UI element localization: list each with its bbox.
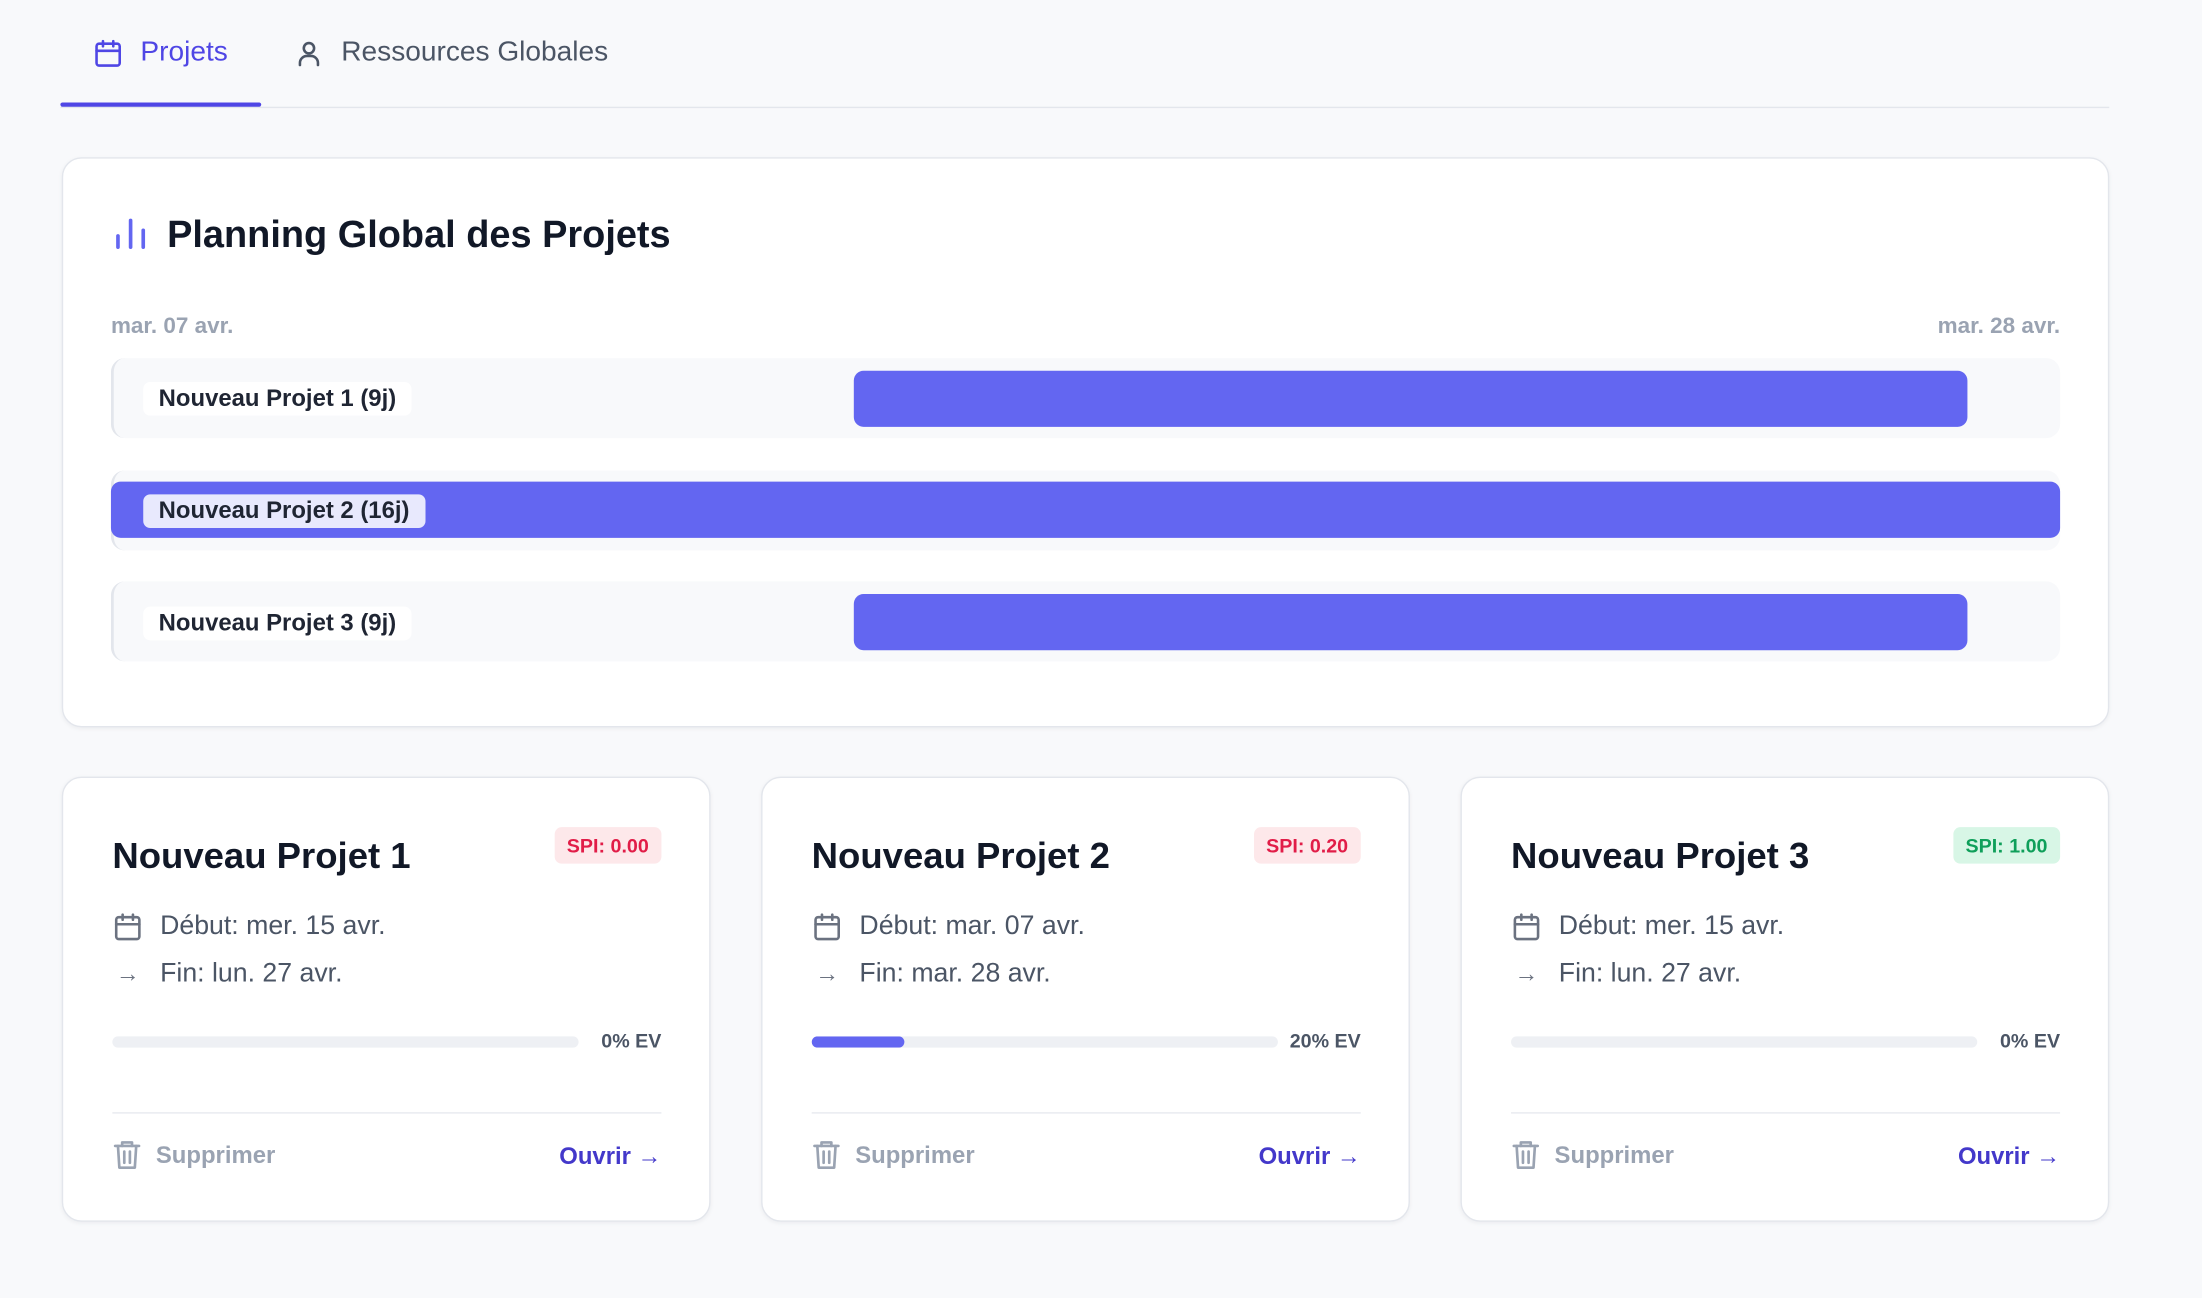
project-card-3: Nouveau Projet 3 SPI: 1.00 Début: mer. 1…: [1460, 776, 2110, 1222]
trash-icon: [813, 1141, 840, 1170]
open-button[interactable]: Ouvrir →: [1958, 1143, 2060, 1171]
open-button[interactable]: Ouvrir →: [559, 1143, 661, 1171]
ev-percent: 20% EV: [1289, 1029, 1361, 1052]
delete-label: Supprimer: [1554, 1140, 1674, 1168]
delete-button[interactable]: Supprimer: [1511, 1139, 1674, 1171]
timeline-start-date: mar. 07 avr.: [110, 314, 234, 339]
gantt-bar-projet-3[interactable]: [853, 594, 1968, 651]
gantt-label-projet-1: Nouveau Projet 1 (9j): [143, 381, 412, 416]
calendar-icon: [1513, 913, 1540, 941]
bar-chart-icon: [116, 218, 146, 249]
end-date-line: → Fin: lun. 27 avr.: [1511, 959, 1742, 990]
start-date: Début: mer. 15 avr.: [1558, 911, 1785, 941]
divider: [811, 1112, 1361, 1114]
trash-icon: [1512, 1141, 1540, 1170]
gantt-label-projet-3: Nouveau Projet 3 (9j): [143, 606, 412, 641]
user-icon: [298, 41, 320, 66]
tab-projets-label: Projets: [140, 36, 228, 68]
trash-icon: [113, 1141, 141, 1170]
start-date-line: Début: mar. 07 avr.: [812, 911, 1085, 942]
project-title: Nouveau Projet 1: [112, 834, 411, 877]
divider: [1511, 1112, 2061, 1114]
tab-projets[interactable]: Projets: [60, 0, 262, 107]
project-card-1: Nouveau Projet 1 SPI: 0.00 Début: mer. 1…: [61, 776, 711, 1222]
timeline-end-date: mar. 28 avr.: [1937, 314, 2061, 339]
project-title: Nouveau Projet 3: [1511, 834, 1810, 877]
end-date-line: → Fin: mar. 28 avr.: [812, 959, 1051, 990]
tab-bar: Projets Ressources Globales: [60, 0, 2110, 109]
planning-title: Planning Global des Projets: [167, 213, 671, 256]
tab-ressources-globales[interactable]: Ressources Globales: [293, 0, 608, 105]
end-date: Fin: mar. 28 avr.: [859, 959, 1051, 989]
gantt-label-projet-2: Nouveau Projet 2 (16j): [143, 494, 425, 529]
start-date: Début: mer. 15 avr.: [160, 911, 386, 941]
divider: [112, 1112, 662, 1114]
calendar-icon: [814, 913, 841, 941]
arrow-right-icon: →: [1514, 960, 1539, 988]
project-card-2: Nouveau Projet 2 SPI: 0.20 Début: mar. 0…: [761, 776, 1410, 1222]
ev-percent: 0% EV: [1999, 1029, 2061, 1052]
ev-progress-fill: [811, 1036, 905, 1048]
calendar-icon: [114, 913, 141, 941]
arrow-right-icon: →: [815, 960, 840, 988]
ev-progress-bar: [112, 1036, 579, 1048]
delete-button[interactable]: Supprimer: [112, 1139, 275, 1171]
app-root: Projets Ressources Globales Planning Glo…: [0, 0, 2202, 1298]
tab-ressources-label: Ressources Globales: [341, 36, 609, 68]
start-date-line: Début: mer. 15 avr.: [1511, 911, 1784, 942]
delete-button[interactable]: Supprimer: [812, 1139, 975, 1171]
end-date-line: → Fin: lun. 27 avr.: [112, 959, 343, 990]
start-date-line: Début: mer. 15 avr.: [112, 911, 386, 942]
arrow-right-icon: →: [115, 960, 140, 988]
spi-badge: SPI: 0.00: [554, 827, 662, 864]
project-title: Nouveau Projet 2: [811, 834, 1110, 877]
end-date: Fin: lun. 27 avr.: [160, 959, 343, 989]
calendar-icon: [95, 39, 122, 67]
delete-label: Supprimer: [155, 1140, 276, 1168]
start-date: Début: mar. 07 avr.: [859, 911, 1085, 941]
end-date: Fin: lun. 27 avr.: [1558, 959, 1742, 989]
delete-label: Supprimer: [855, 1140, 975, 1168]
spi-badge: SPI: 0.20: [1253, 827, 1361, 864]
ev-percent: 0% EV: [601, 1029, 662, 1052]
spi-badge: SPI: 1.00: [1952, 827, 2061, 864]
gantt-bar-projet-1[interactable]: [853, 370, 1968, 427]
open-button[interactable]: Ouvrir →: [1259, 1143, 1361, 1171]
ev-progress-bar: [1511, 1036, 1978, 1048]
ev-progress-bar: [811, 1036, 1278, 1048]
